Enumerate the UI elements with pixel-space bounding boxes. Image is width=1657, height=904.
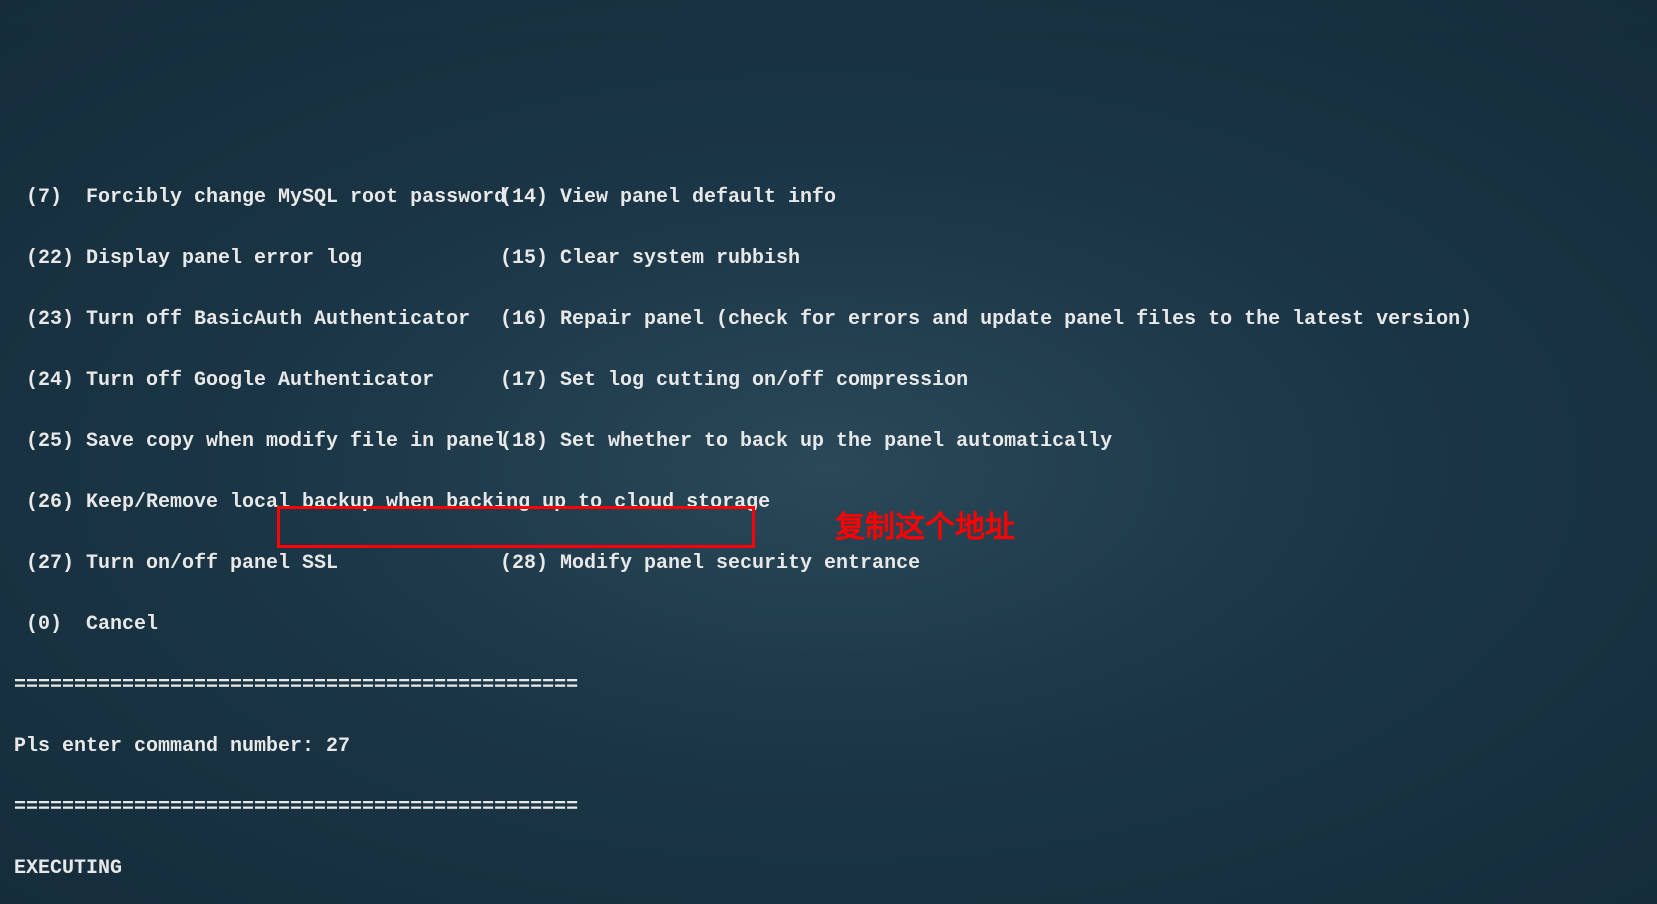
- annotation-text: 复制这个地址: [835, 513, 1015, 544]
- prompt-line: Pls enter command number: 27: [14, 732, 1643, 763]
- executing-line: EXECUTING: [14, 854, 1643, 885]
- menu-row: (22) Display panel error log(15) Clear s…: [14, 244, 1643, 275]
- menu-row: (0) Cancel: [14, 610, 1643, 641]
- menu-row: (26) Keep/Remove local backup when backi…: [14, 488, 1643, 519]
- separator: ========================================…: [14, 793, 1643, 824]
- terminal-output: (7) Forcibly change MySQL root password(…: [0, 153, 1657, 904]
- separator: ========================================…: [14, 671, 1643, 702]
- menu-row: (27) Turn on/off panel SSL(28) Modify pa…: [14, 549, 1643, 580]
- menu-row: (7) Forcibly change MySQL root password(…: [14, 183, 1643, 214]
- menu-row: (23) Turn off BasicAuth Authenticator(16…: [14, 305, 1643, 336]
- menu-row: (24) Turn off Google Authenticator(17) S…: [14, 366, 1643, 397]
- menu-row: (25) Save copy when modify file in panel…: [14, 427, 1643, 458]
